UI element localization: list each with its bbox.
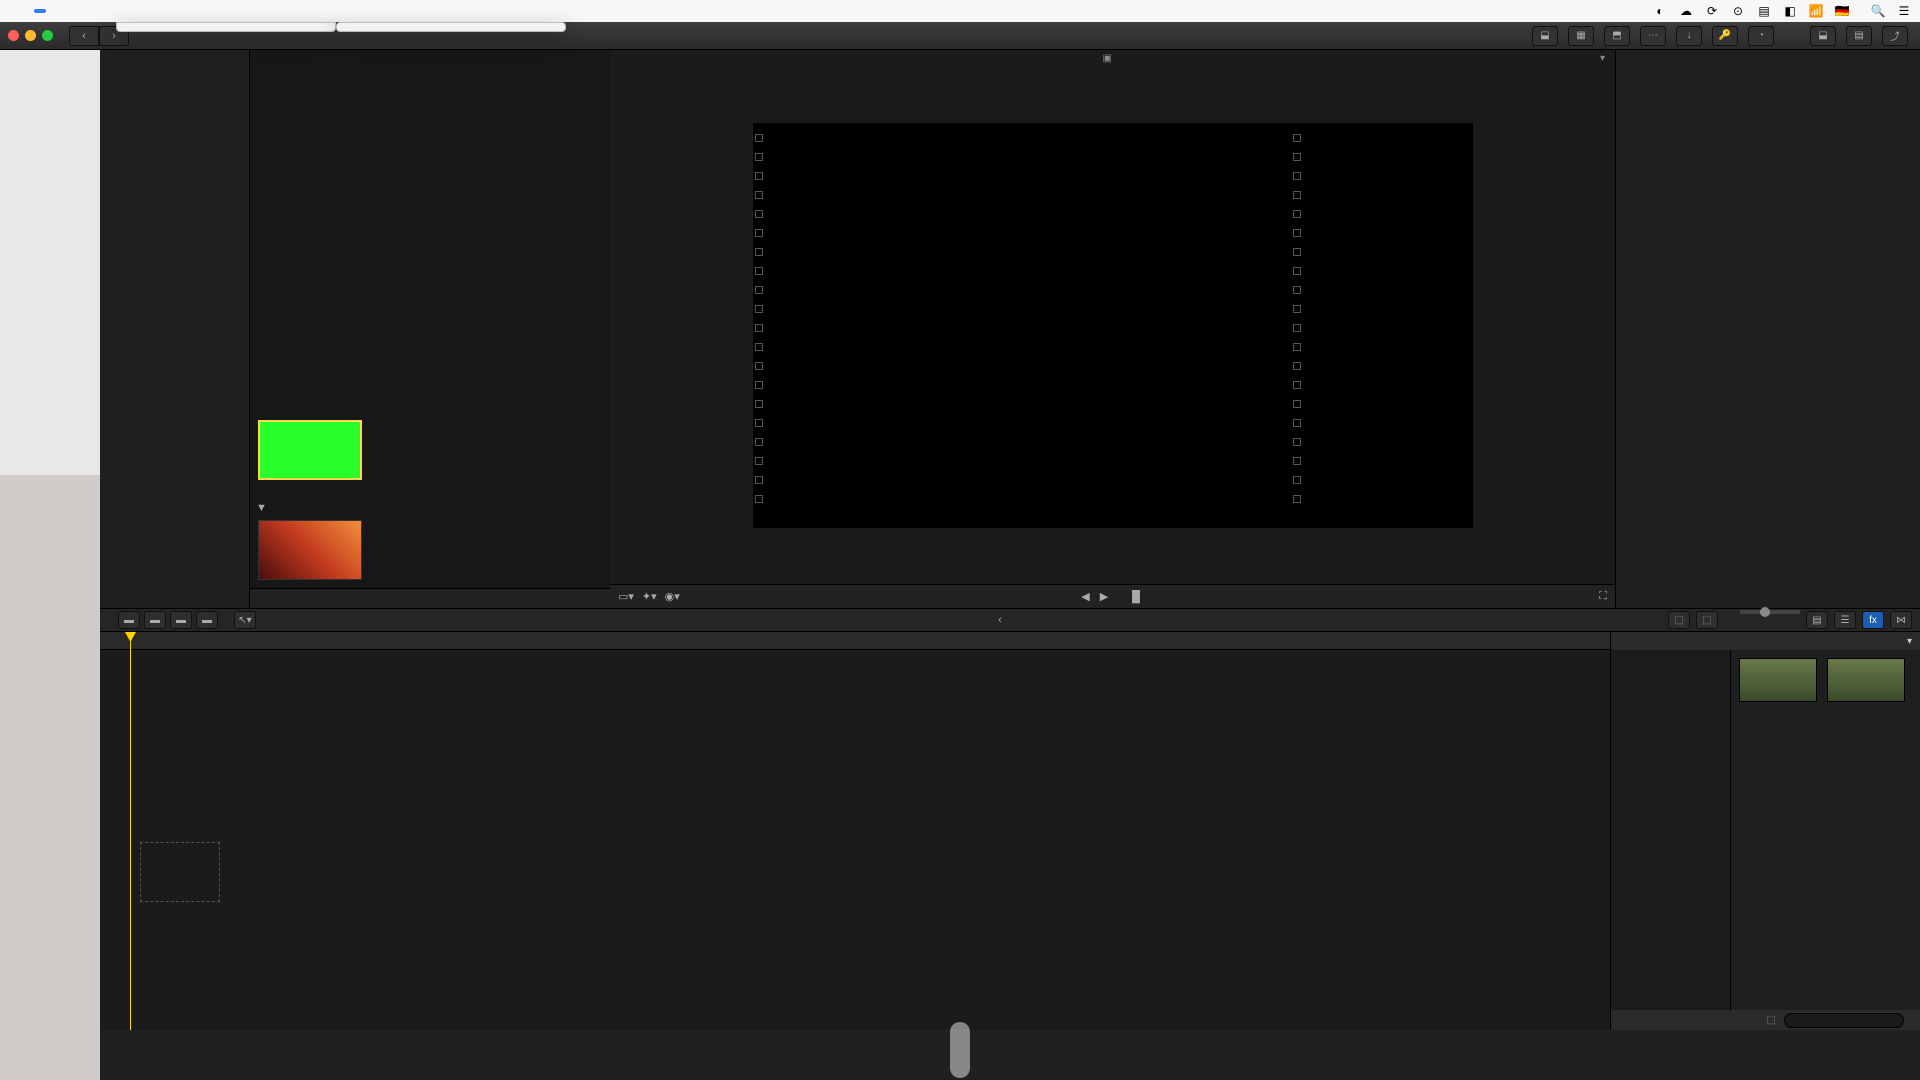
edit-tool[interactable]: ▬ bbox=[170, 611, 192, 629]
viewer-title-icon: ▣ bbox=[1102, 53, 1111, 64]
prev-frame-btn[interactable]: ◀ bbox=[1081, 590, 1089, 603]
toolbar-btn[interactable]: ▤ bbox=[1846, 26, 1872, 46]
browser-footer bbox=[250, 588, 610, 608]
play-btn[interactable]: ▶ bbox=[1100, 590, 1108, 603]
date-header[interactable]: ▼ bbox=[256, 502, 271, 514]
menu-aendern[interactable] bbox=[164, 9, 176, 13]
status-icon[interactable]: ⟳ bbox=[1704, 3, 1720, 19]
status-icon[interactable]: ⊙ bbox=[1730, 3, 1746, 19]
toolbar-btn[interactable]: ⬓ bbox=[1532, 26, 1558, 46]
viewer-canvas[interactable] bbox=[753, 123, 1473, 528]
submenu-neu bbox=[336, 22, 566, 32]
clip-thumb[interactable] bbox=[258, 420, 362, 480]
edit-tool[interactable]: ▬ bbox=[196, 611, 218, 629]
menu-ablage[interactable] bbox=[34, 9, 46, 13]
bg-tasks-btn[interactable]: ◔ bbox=[1748, 26, 1774, 46]
wifi-icon[interactable]: 📶 bbox=[1808, 3, 1824, 19]
inspector-panel bbox=[1615, 50, 1920, 608]
tl-tool[interactable]: ⬚ bbox=[1696, 611, 1718, 629]
tl-tool[interactable]: ▤ bbox=[1806, 611, 1828, 629]
viewer-tool[interactable]: ◉▾ bbox=[665, 590, 680, 603]
status-icon[interactable]: ◧ bbox=[1782, 3, 1798, 19]
empty-clip-slot[interactable] bbox=[140, 842, 220, 902]
menu-ablage-dropdown bbox=[116, 22, 336, 32]
timeline-ruler[interactable] bbox=[100, 632, 1610, 650]
toolbar-btn[interactable]: ⋯ bbox=[1640, 26, 1666, 46]
clip-thumb[interactable] bbox=[258, 520, 362, 580]
viewer-tool[interactable]: ✦▾ bbox=[642, 590, 657, 603]
timeline-back-btn[interactable]: ‹ bbox=[998, 614, 1002, 626]
flag-icon[interactable]: 🇩🇪 bbox=[1834, 3, 1850, 19]
effect-thumb[interactable] bbox=[1827, 658, 1905, 704]
fullscreen-btn[interactable]: ⛶ bbox=[1599, 590, 1607, 603]
finder-sidebar bbox=[0, 50, 100, 475]
keyword-btn[interactable]: 🔑 bbox=[1712, 26, 1738, 46]
tl-slider[interactable] bbox=[1740, 610, 1800, 614]
effects-search[interactable] bbox=[1784, 1013, 1904, 1028]
notification-icon[interactable]: ☰ bbox=[1896, 3, 1912, 19]
next-frame-btn[interactable]: ▐▌ bbox=[1128, 591, 1144, 603]
toolbar-btn[interactable]: ▦ bbox=[1568, 26, 1594, 46]
spotlight-icon[interactable]: 🔍 bbox=[1870, 3, 1886, 19]
menu-markieren[interactable] bbox=[112, 9, 124, 13]
library-sidebar bbox=[100, 50, 250, 608]
menu-bearbeiten[interactable] bbox=[60, 9, 72, 13]
tl-tool[interactable]: ☰ bbox=[1834, 611, 1856, 629]
effect-thumb[interactable] bbox=[1739, 658, 1817, 704]
menu-hilfe[interactable] bbox=[242, 9, 254, 13]
tl-tool[interactable]: ⬚ bbox=[1668, 611, 1690, 629]
timeline[interactable] bbox=[100, 632, 1610, 1030]
clip-browser: ▼ bbox=[250, 50, 610, 608]
edit-tool[interactable]: ▬ bbox=[144, 611, 166, 629]
status-icon[interactable]: ☁︎ bbox=[1678, 3, 1694, 19]
playhead[interactable] bbox=[130, 632, 131, 1030]
macos-dock bbox=[950, 1022, 970, 1078]
toolbar-btn[interactable]: ⬓ bbox=[1810, 26, 1836, 46]
fx-tool[interactable]: ⬚ bbox=[1767, 1015, 1776, 1026]
transitions-btn[interactable]: ⋈ bbox=[1890, 611, 1912, 629]
viewer: ▣ ▾ ▭▾ ✦▾ ◉▾ ◀ ▶ ▐▌ ⛶ bbox=[610, 50, 1615, 608]
status-icon[interactable]: ◐ bbox=[1652, 3, 1668, 19]
import-btn[interactable]: ↓ bbox=[1676, 26, 1702, 46]
effects-btn[interactable]: fx bbox=[1862, 611, 1884, 629]
window-traffic-lights[interactable] bbox=[8, 30, 53, 41]
menu-clip[interactable] bbox=[138, 9, 150, 13]
timeline-header: ▬ ▬ ▬ ▬ ↖▾ ‹ ⬚ ⬚ ▤ ☰ fx ⋈ bbox=[100, 608, 1920, 632]
viewer-tool[interactable]: ▭▾ bbox=[618, 590, 634, 603]
status-icon[interactable]: ▤ bbox=[1756, 3, 1772, 19]
select-tool[interactable]: ↖▾ bbox=[234, 611, 256, 629]
macos-menubar: ◐ ☁︎ ⟳ ⊙ ▤ ◧ 📶 🇩🇪 🔍 ☰ bbox=[0, 0, 1920, 22]
menu-trimmen[interactable] bbox=[86, 9, 98, 13]
menu-fenster[interactable] bbox=[216, 9, 228, 13]
edit-tool[interactable]: ▬ bbox=[118, 611, 140, 629]
menu-darstellung[interactable] bbox=[190, 9, 202, 13]
effects-panel: ▾ ⬚ bbox=[1610, 632, 1920, 1030]
effects-installed[interactable]: ▾ bbox=[1907, 636, 1912, 647]
share-btn[interactable]: ⤴ bbox=[1882, 26, 1908, 46]
toolbar-btn[interactable]: ⬒ bbox=[1604, 26, 1630, 46]
